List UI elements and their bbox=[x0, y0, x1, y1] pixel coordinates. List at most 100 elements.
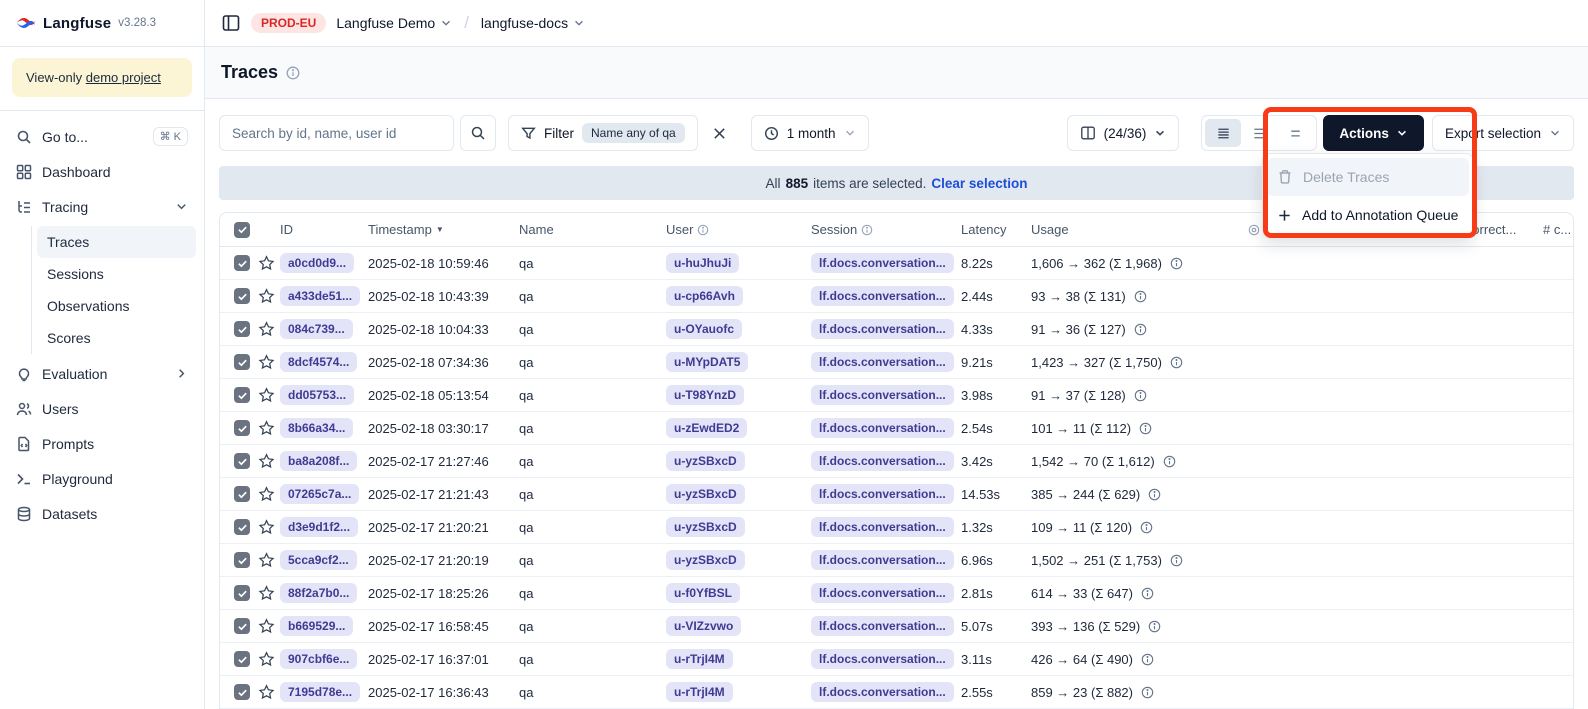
sidebar-item-scores[interactable]: Scores bbox=[37, 322, 196, 354]
col-header-name[interactable]: Name bbox=[519, 222, 666, 237]
session-pill[interactable]: lf.docs.conversation... bbox=[811, 649, 954, 669]
star-icon[interactable] bbox=[258, 486, 275, 503]
search-input[interactable] bbox=[219, 115, 454, 151]
session-pill[interactable]: lf.docs.conversation... bbox=[811, 418, 954, 438]
star-icon[interactable] bbox=[258, 684, 275, 701]
sidebar-item-dashboard[interactable]: Dashboard bbox=[8, 154, 196, 189]
table-row[interactable]: 8b66a34... 2025-02-18 03:30:17 qa u-zEwd… bbox=[220, 412, 1573, 445]
session-pill[interactable]: lf.docs.conversation... bbox=[811, 385, 954, 405]
user-pill[interactable]: u-T98YnzD bbox=[666, 385, 744, 405]
session-pill[interactable]: lf.docs.conversation... bbox=[811, 451, 954, 471]
session-pill[interactable]: lf.docs.conversation... bbox=[811, 319, 954, 339]
user-pill[interactable]: u-zEwdED2 bbox=[666, 418, 747, 438]
user-pill[interactable]: u-f0YfBSL bbox=[666, 583, 740, 603]
table-row[interactable]: 907cbf6e... 2025-02-17 16:37:01 qa u-rTr… bbox=[220, 643, 1573, 676]
user-pill[interactable]: u-huJhuJi bbox=[666, 253, 739, 273]
session-pill[interactable]: lf.docs.conversation... bbox=[811, 682, 954, 702]
trace-id-pill[interactable]: 8dcf4574... bbox=[280, 352, 357, 372]
user-pill[interactable]: u-yzSBxcD bbox=[666, 484, 745, 504]
time-range-button[interactable]: 1 month bbox=[751, 115, 869, 151]
export-selection-button[interactable]: Export selection bbox=[1432, 115, 1574, 151]
clear-filter-button[interactable] bbox=[712, 126, 727, 141]
actions-button[interactable]: Actions bbox=[1323, 115, 1424, 151]
org-selector[interactable]: Langfuse Demo bbox=[336, 15, 452, 31]
row-checkbox[interactable] bbox=[234, 552, 250, 568]
sidebar-item-datasets[interactable]: Datasets bbox=[8, 496, 196, 531]
project-selector[interactable]: langfuse-docs bbox=[481, 15, 585, 31]
star-icon[interactable] bbox=[258, 387, 275, 404]
row-height-medium-button[interactable] bbox=[1241, 119, 1277, 147]
row-checkbox[interactable] bbox=[234, 387, 250, 403]
trace-id-pill[interactable]: 8b66a34... bbox=[280, 418, 353, 438]
star-icon[interactable] bbox=[258, 585, 275, 602]
menu-item-delete-traces[interactable]: Delete Traces bbox=[1267, 158, 1469, 196]
row-checkbox[interactable] bbox=[234, 255, 250, 271]
table-row[interactable]: 8dcf4574... 2025-02-18 07:34:36 qa u-MYp… bbox=[220, 346, 1573, 379]
trace-id-pill[interactable]: dd05753... bbox=[280, 385, 354, 405]
filter-button[interactable]: Filter Name any of qa bbox=[508, 115, 698, 151]
clear-selection-link[interactable]: Clear selection bbox=[931, 176, 1027, 191]
row-checkbox[interactable] bbox=[234, 486, 250, 502]
goto-search[interactable]: Go to... ⌘ K bbox=[8, 119, 196, 154]
row-checkbox[interactable] bbox=[234, 321, 250, 337]
row-checkbox[interactable] bbox=[234, 651, 250, 667]
sidebar-item-prompts[interactable]: Prompts bbox=[8, 426, 196, 461]
session-pill[interactable]: lf.docs.conversation... bbox=[811, 484, 954, 504]
trace-id-pill[interactable]: 5cca9cf2... bbox=[280, 550, 357, 570]
sidebar-item-observations[interactable]: Observations bbox=[37, 290, 196, 322]
user-pill[interactable]: u-rTrjI4M bbox=[666, 649, 733, 669]
star-icon[interactable] bbox=[258, 651, 275, 668]
session-pill[interactable]: lf.docs.conversation... bbox=[811, 286, 954, 306]
table-row[interactable]: ba8a208f... 2025-02-17 21:27:46 qa u-yzS… bbox=[220, 445, 1573, 478]
session-pill[interactable]: lf.docs.conversation... bbox=[811, 253, 954, 273]
user-pill[interactable]: u-yzSBxcD bbox=[666, 517, 745, 537]
star-icon[interactable] bbox=[258, 420, 275, 437]
row-checkbox[interactable] bbox=[234, 453, 250, 469]
table-row[interactable]: a0cd0d9... 2025-02-18 10:59:46 qa u-huJh… bbox=[220, 247, 1573, 280]
user-pill[interactable]: u-VIZzvwo bbox=[666, 616, 741, 636]
user-pill[interactable]: u-yzSBxcD bbox=[666, 451, 745, 471]
sidebar-toggle-icon[interactable] bbox=[221, 13, 241, 33]
sidebar-item-users[interactable]: Users bbox=[8, 391, 196, 426]
row-checkbox[interactable] bbox=[234, 585, 250, 601]
sidebar-item-playground[interactable]: Playground bbox=[8, 461, 196, 496]
row-height-large-button[interactable] bbox=[1277, 119, 1313, 147]
search-button[interactable] bbox=[460, 115, 496, 151]
trace-id-pill[interactable]: 88f2a7b0... bbox=[280, 583, 357, 603]
trace-id-pill[interactable]: a0cd0d9... bbox=[280, 253, 354, 273]
col-header-timestamp[interactable]: Timestamp ▼ bbox=[368, 222, 519, 237]
col-header-user[interactable]: User bbox=[666, 222, 811, 237]
user-pill[interactable]: u-OYauofc bbox=[666, 319, 742, 339]
session-pill[interactable]: lf.docs.conversation... bbox=[811, 517, 954, 537]
row-checkbox[interactable] bbox=[234, 684, 250, 700]
table-row[interactable]: 5cca9cf2... 2025-02-17 21:20:19 qa u-yzS… bbox=[220, 544, 1573, 577]
star-icon[interactable] bbox=[258, 552, 275, 569]
trace-id-pill[interactable]: 7195d78e... bbox=[280, 682, 360, 702]
star-icon[interactable] bbox=[258, 354, 275, 371]
select-all-checkbox[interactable] bbox=[234, 222, 250, 238]
row-checkbox[interactable] bbox=[234, 354, 250, 370]
row-checkbox[interactable] bbox=[234, 420, 250, 436]
table-row[interactable]: 084c739... 2025-02-18 10:04:33 qa u-OYau… bbox=[220, 313, 1573, 346]
user-pill[interactable]: u-yzSBxcD bbox=[666, 550, 745, 570]
col-header-usage[interactable]: Usage bbox=[1031, 222, 1248, 237]
trace-id-pill[interactable]: d3e9d1f2... bbox=[280, 517, 358, 537]
row-height-small-button[interactable] bbox=[1205, 119, 1241, 147]
column-visibility-button[interactable]: (24/36) bbox=[1067, 115, 1180, 151]
demo-project-link[interactable]: demo project bbox=[86, 70, 161, 85]
star-icon[interactable] bbox=[258, 321, 275, 338]
user-pill[interactable]: u-MYpDAT5 bbox=[666, 352, 748, 372]
trace-id-pill[interactable]: a433de51... bbox=[280, 286, 360, 306]
star-icon[interactable] bbox=[258, 618, 275, 635]
table-row[interactable]: a433de51... 2025-02-18 10:43:39 qa u-cp6… bbox=[220, 280, 1573, 313]
table-row[interactable]: b669529... 2025-02-17 16:58:45 qa u-VIZz… bbox=[220, 610, 1573, 643]
sidebar-item-traces[interactable]: Traces bbox=[37, 226, 196, 258]
star-icon[interactable] bbox=[258, 453, 275, 470]
trace-id-pill[interactable]: 07265c7a... bbox=[280, 484, 359, 504]
trace-id-pill[interactable]: ba8a208f... bbox=[280, 451, 357, 471]
table-row[interactable]: 88f2a7b0... 2025-02-17 18:25:26 qa u-f0Y… bbox=[220, 577, 1573, 610]
trace-id-pill[interactable]: b669529... bbox=[280, 616, 353, 636]
star-icon[interactable] bbox=[258, 255, 275, 272]
table-row[interactable]: d3e9d1f2... 2025-02-17 21:20:21 qa u-yzS… bbox=[220, 511, 1573, 544]
trace-id-pill[interactable]: 084c739... bbox=[280, 319, 353, 339]
